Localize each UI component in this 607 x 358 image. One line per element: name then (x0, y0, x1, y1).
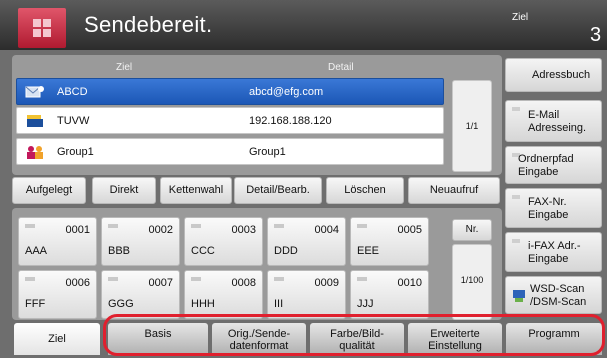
key-name: BBB (108, 245, 131, 257)
destination-list-scrollbar[interactable]: 1/1 (452, 80, 492, 172)
key-tab-mark (274, 277, 284, 281)
recall-button[interactable]: Neuaufruf (408, 177, 500, 204)
one-touch-key[interactable]: 0008 HHH (184, 270, 263, 319)
key-tab-mark (274, 224, 284, 228)
key-number: 0010 (397, 277, 422, 289)
address-book-button[interactable]: Adressbuch (505, 58, 602, 92)
email-icon (25, 86, 44, 98)
folder-path-entry-button[interactable]: Ordnerpfad Eingabe (505, 146, 602, 184)
destination-name: ABCD (57, 86, 88, 98)
key-name: EEE (357, 245, 380, 257)
key-tab-mark (191, 224, 201, 228)
button-tab-mark (512, 107, 520, 111)
key-name: FFF (25, 298, 46, 310)
one-touch-keys-scrollbar[interactable]: 1/100 (452, 244, 492, 320)
destination-count-label: Ziel (512, 12, 529, 23)
column-header-ziel: Ziel (116, 62, 133, 73)
tab-erweiterte-einstellung[interactable]: Erweiterte Einstellung (408, 323, 502, 355)
scanner-icon (513, 290, 525, 302)
key-name: HHH (191, 298, 215, 310)
key-tab-mark (357, 277, 367, 281)
destination-row[interactable]: ABCD abcd@efg.com (16, 78, 444, 105)
tab-orig-sendedatenformat[interactable]: Orig./Sende- datenformat (212, 323, 306, 355)
one-touch-page-indicator: 1/100 (460, 275, 484, 285)
home-icon (33, 19, 51, 37)
key-tab-mark (25, 224, 35, 228)
key-number: 0007 (148, 277, 173, 289)
key-name: CCC (191, 245, 215, 257)
key-name: JJJ (357, 298, 374, 310)
one-touch-key[interactable]: 0003 CCC (184, 217, 263, 266)
number-search-button[interactable]: Nr. (452, 219, 492, 241)
destination-detail: abcd@efg.com (249, 86, 324, 98)
tab-programm[interactable]: Programm (506, 323, 602, 355)
destination-row[interactable]: Group1 Group1 (16, 138, 444, 165)
on-hook-button[interactable]: Aufgelegt (12, 177, 86, 204)
key-name: III (274, 298, 284, 310)
key-number: 0008 (231, 277, 256, 289)
key-number: 0001 (65, 224, 90, 236)
fax-number-entry-button[interactable]: FAX-Nr. Eingabe (505, 188, 602, 228)
chain-dial-button[interactable]: Kettenwahl (160, 177, 232, 204)
key-name: DDD (274, 245, 298, 257)
one-touch-key[interactable]: 0009 III (267, 270, 346, 319)
tab-basis[interactable]: Basis (108, 323, 208, 355)
home-button[interactable] (18, 8, 66, 48)
key-number: 0005 (397, 224, 422, 236)
key-name: GGG (108, 298, 134, 310)
status-header: Sendebereit. Ziel 3 (0, 0, 607, 50)
button-tab-mark (512, 195, 520, 199)
destination-detail: 192.168.188.120 (249, 115, 332, 127)
detail-edit-button[interactable]: Detail/Bearb. (234, 177, 322, 204)
folder-icon (27, 115, 43, 127)
destination-name: Group1 (57, 146, 94, 158)
destination-page-indicator: 1/1 (465, 121, 479, 131)
delete-button[interactable]: Löschen (326, 177, 404, 204)
key-tab-mark (108, 224, 118, 228)
destination-count: 3 (590, 24, 602, 46)
destination-row[interactable]: TUVW 192.168.188.120 (16, 107, 444, 134)
one-touch-key[interactable]: 0002 BBB (101, 217, 180, 266)
key-name: AAA (25, 245, 48, 257)
key-tab-mark (357, 224, 367, 228)
key-tab-mark (25, 277, 35, 281)
tab-ziel[interactable]: Ziel (14, 323, 100, 355)
destination-detail: Group1 (249, 146, 286, 158)
key-number: 0006 (65, 277, 90, 289)
one-touch-key[interactable]: 0001 AAA (18, 217, 97, 266)
email-entry-button[interactable]: E-Mail Adresseing. (505, 100, 602, 142)
key-tab-mark (191, 277, 201, 281)
one-touch-key[interactable]: 0005 EEE (350, 217, 429, 266)
key-number: 0003 (231, 224, 256, 236)
tab-farbe-bildqualitaet[interactable]: Farbe/Bild- qualität (310, 323, 404, 355)
key-tab-mark (108, 277, 118, 281)
one-touch-key[interactable]: 0010 JJJ (350, 270, 429, 319)
group-icon (27, 146, 43, 159)
key-number: 0002 (148, 224, 173, 236)
wsd-dsm-scan-button[interactable]: WSD-Scan /DSM-Scan (505, 276, 602, 314)
one-touch-key[interactable]: 0007 GGG (101, 270, 180, 319)
key-number: 0004 (314, 224, 339, 236)
one-touch-key[interactable]: 0006 FFF (18, 270, 97, 319)
destination-list-header: Ziel Detail (16, 62, 444, 76)
direct-button[interactable]: Direkt (92, 177, 156, 204)
ifax-address-entry-button[interactable]: i-FAX Adr.-Eingabe (505, 232, 602, 272)
destination-name: TUVW (57, 115, 90, 127)
button-tab-mark (512, 239, 520, 243)
key-number: 0009 (314, 277, 339, 289)
status-title: Sendebereit. (84, 12, 213, 37)
one-touch-key[interactable]: 0004 DDD (267, 217, 346, 266)
column-header-detail: Detail (328, 62, 354, 73)
